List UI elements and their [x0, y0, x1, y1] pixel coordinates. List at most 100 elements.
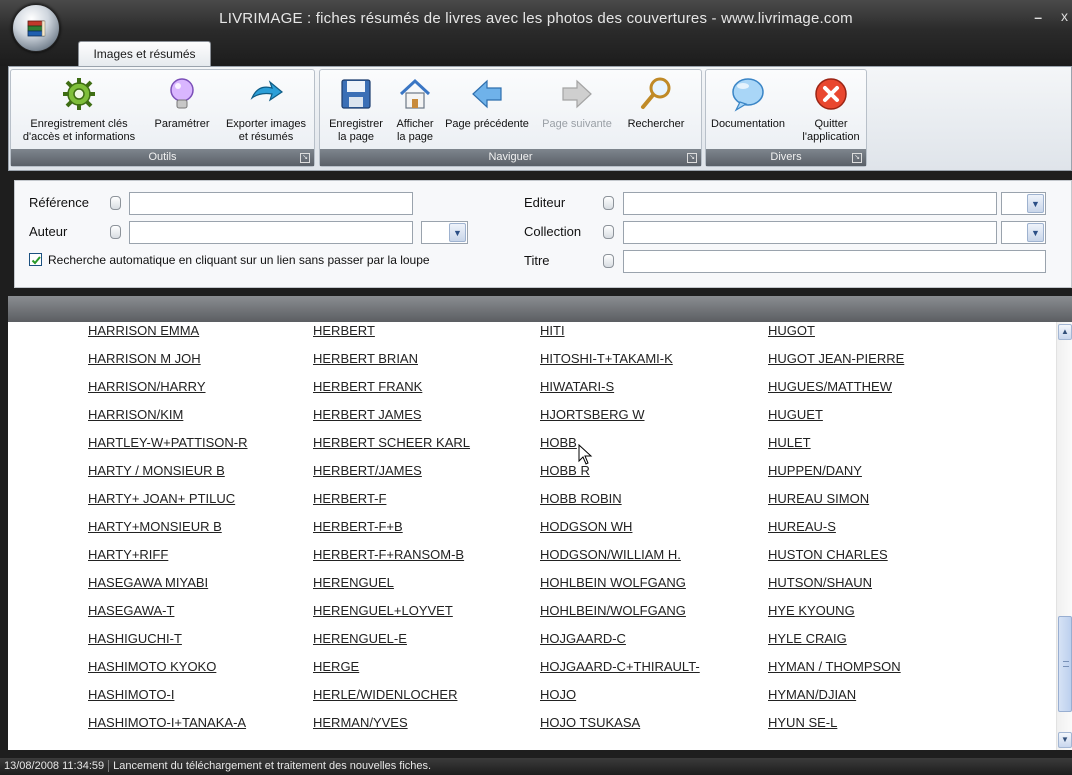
auteur-label: Auteur — [29, 224, 68, 239]
minimize-button[interactable]: – — [1034, 9, 1042, 25]
author-link[interactable]: HULET — [768, 434, 904, 462]
author-link[interactable]: HUREAU SIMON — [768, 490, 904, 518]
author-link[interactable]: HERBERT-F+RANSOM-B — [313, 546, 470, 574]
author-link[interactable]: HITI — [540, 322, 700, 350]
author-link[interactable]: HODGSON WH — [540, 518, 700, 546]
author-link[interactable]: HYMAN/DJIAN — [768, 686, 904, 714]
author-link[interactable]: HITOSHI-T+TAKAMI-K — [540, 350, 700, 378]
author-link[interactable]: HUGUES/MATTHEW — [768, 378, 904, 406]
page-precedente-button[interactable]: Page précédente — [440, 76, 534, 131]
collection-select[interactable]: ▼ — [1001, 221, 1046, 244]
author-link[interactable]: HASHIMOTO-I — [88, 686, 248, 714]
dialog-launcher-icon[interactable]: ↘ — [687, 153, 697, 163]
clear-field-icon[interactable] — [603, 225, 614, 239]
auto-search-checkbox[interactable] — [29, 253, 42, 266]
rechercher-button[interactable]: Rechercher — [623, 76, 689, 131]
page-suivante-button[interactable]: Page suivante — [534, 76, 620, 131]
author-link[interactable]: HERBERT-F+B — [313, 518, 470, 546]
auteur-input[interactable] — [129, 221, 413, 244]
author-link[interactable]: HARRISON EMMA — [88, 322, 248, 350]
author-link[interactable]: HOHLBEIN/WOLFGANG — [540, 602, 700, 630]
author-link[interactable]: HYE KYOUNG — [768, 602, 904, 630]
author-link[interactable]: HOJO TSUKASA — [540, 714, 700, 742]
author-link[interactable]: HARRISON M JOH — [88, 350, 248, 378]
author-link[interactable]: HUGOT JEAN-PIERRE — [768, 350, 904, 378]
author-link[interactable]: HARRISON/KIM — [88, 406, 248, 434]
author-link[interactable]: HARTY+ JOAN+ PTILUC — [88, 490, 248, 518]
author-link[interactable]: HASEGAWA MIYABI — [88, 574, 248, 602]
author-link[interactable]: HOJGAARD-C — [540, 630, 700, 658]
scroll-up-icon[interactable]: ▲ — [1058, 324, 1072, 340]
label-line1: Rechercher — [627, 118, 685, 130]
dialog-launcher-icon[interactable]: ↘ — [852, 153, 862, 163]
author-link[interactable]: HERENGUEL-E — [313, 630, 470, 658]
author-link[interactable]: HERBERT — [313, 322, 470, 350]
enregistrer-page-button[interactable]: Enregistrer la page — [322, 76, 390, 144]
author-link[interactable]: HODGSON/WILLIAM H. — [540, 546, 700, 574]
vertical-scrollbar[interactable]: ▲ ▼ — [1056, 322, 1072, 750]
dialog-launcher-icon[interactable]: ↘ — [300, 153, 310, 163]
parametrer-button[interactable]: Paramétrer — [146, 76, 218, 131]
author-link[interactable]: HASHIGUCHI-T — [88, 630, 248, 658]
author-link[interactable]: HERBERT-F — [313, 490, 470, 518]
author-link[interactable]: HERENGUEL — [313, 574, 470, 602]
author-link[interactable]: HUREAU-S — [768, 518, 904, 546]
author-link[interactable]: HERLE/WIDENLOCHER — [313, 686, 470, 714]
author-link[interactable]: HOBB R — [540, 462, 700, 490]
author-link[interactable]: HYLE CRAIG — [768, 630, 904, 658]
author-link[interactable]: HERBERT FRANK — [313, 378, 470, 406]
editeur-select[interactable]: ▼ — [1001, 192, 1046, 215]
author-link[interactable]: HERBERT SCHEER KARL — [313, 434, 470, 462]
author-link[interactable]: HERBERT BRIAN — [313, 350, 470, 378]
clear-field-icon[interactable] — [110, 225, 121, 239]
magnifier-icon — [641, 77, 671, 109]
titre-label: Titre — [524, 253, 550, 268]
enregistrement-cles-button[interactable]: Enregistrement clés d'accès et informati… — [15, 76, 143, 144]
author-link[interactable]: HOJO — [540, 686, 700, 714]
author-link[interactable]: HUGOT — [768, 322, 904, 350]
collection-input[interactable] — [623, 221, 997, 244]
author-link[interactable]: HARTY+MONSIEUR B — [88, 518, 248, 546]
author-link[interactable]: HIWATARI-S — [540, 378, 700, 406]
author-link[interactable]: HOBB — [540, 434, 700, 462]
author-link[interactable]: HERGE — [313, 658, 470, 686]
clear-field-icon[interactable] — [110, 196, 121, 210]
scroll-thumb[interactable] — [1058, 616, 1072, 712]
auteur-select[interactable]: ▼ — [421, 221, 468, 244]
author-link[interactable]: HARTY+RIFF — [88, 546, 248, 574]
author-link[interactable]: HUTSON/SHAUN — [768, 574, 904, 602]
author-link[interactable]: HASHIMOTO-I+TANAKA-A — [88, 714, 248, 742]
author-link[interactable]: HOJGAARD-C+THIRAULT- — [540, 658, 700, 686]
titre-input[interactable] — [623, 250, 1046, 273]
author-link[interactable]: HYMAN / THOMPSON — [768, 658, 904, 686]
author-link[interactable]: HASEGAWA-T — [88, 602, 248, 630]
group-label-outils: Outils — [11, 149, 314, 166]
afficher-page-button[interactable]: Afficher la page — [390, 76, 440, 144]
author-link[interactable]: HUSTON CHARLES — [768, 546, 904, 574]
author-link[interactable]: HARTLEY-W+PATTISON-R — [88, 434, 248, 462]
author-link[interactable]: HERENGUEL+LOYVET — [313, 602, 470, 630]
author-link[interactable]: HERBERT/JAMES — [313, 462, 470, 490]
documentation-button[interactable]: Documentation — [708, 76, 788, 131]
author-link[interactable]: HASHIMOTO KYOKO — [88, 658, 248, 686]
author-link[interactable]: HOHLBEIN WOLFGANG — [540, 574, 700, 602]
author-link[interactable]: HJORTSBERG W — [540, 406, 700, 434]
exporter-images-button[interactable]: Exporter images et résumés — [218, 76, 314, 144]
editeur-input[interactable] — [623, 192, 997, 215]
reference-input[interactable] — [129, 192, 413, 215]
author-link[interactable]: HERBERT JAMES — [313, 406, 470, 434]
author-link[interactable]: HYUN SE-L — [768, 714, 904, 742]
author-link[interactable]: HUPPEN/DANY — [768, 462, 904, 490]
clear-field-icon[interactable] — [603, 254, 614, 268]
author-link[interactable]: HUGUET — [768, 406, 904, 434]
tab-images-resumes[interactable]: Images et résumés — [78, 41, 211, 66]
author-link[interactable]: HARTY / MONSIEUR B — [88, 462, 248, 490]
author-link[interactable]: HERMAN/YVES — [313, 714, 470, 742]
author-link[interactable]: HARRISON/HARRY — [88, 378, 248, 406]
close-window-button[interactable]: x — [1061, 8, 1068, 24]
quitter-application-button[interactable]: Quitter l'application — [798, 76, 864, 144]
lightbulb-icon — [170, 78, 194, 109]
author-link[interactable]: HOBB ROBIN — [540, 490, 700, 518]
scroll-down-icon[interactable]: ▼ — [1058, 732, 1072, 748]
clear-field-icon[interactable] — [603, 196, 614, 210]
